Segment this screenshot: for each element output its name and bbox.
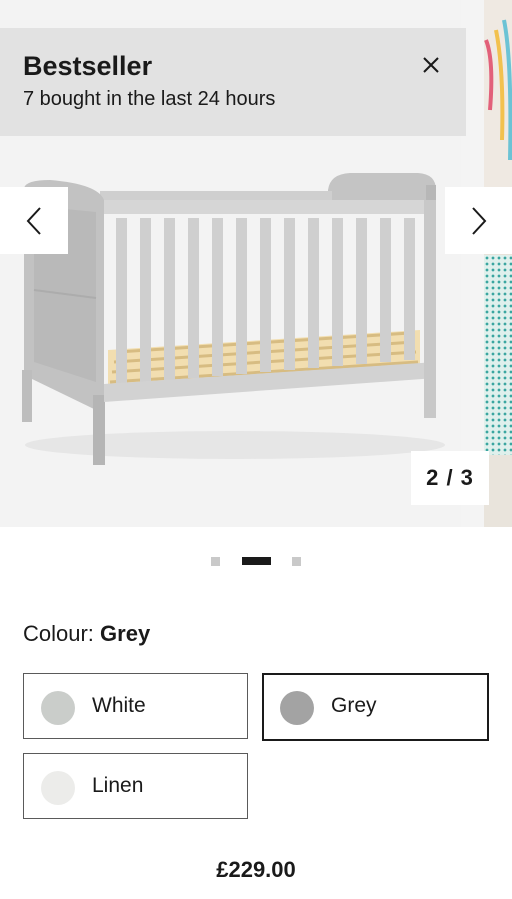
slide-counter: 2 / 3: [411, 451, 489, 505]
carousel-pagination: [0, 556, 512, 566]
banner-title: Bestseller: [23, 51, 153, 81]
chevron-left-icon: [26, 206, 41, 235]
pagination-dot-3[interactable]: [292, 557, 301, 566]
colour-label-prefix: Colour:: [23, 621, 94, 646]
previous-image-button[interactable]: [0, 187, 68, 254]
pagination-dot-2-active[interactable]: [242, 557, 271, 565]
next-image-button[interactable]: [445, 187, 512, 254]
grey-swatch-chip: [280, 691, 314, 725]
chevron-right-icon: [471, 206, 486, 235]
colour-option-linen[interactable]: Linen: [23, 753, 248, 819]
next-slide-peek: [484, 0, 512, 527]
colour-option-label: Linen: [92, 774, 144, 797]
banner-close-button[interactable]: [416, 50, 446, 80]
banner-subtitle: 7 bought in the last 24 hours: [23, 88, 276, 110]
bestseller-banner: [0, 28, 466, 136]
linen-swatch-chip: [41, 771, 75, 805]
white-swatch-chip: [41, 691, 75, 725]
selected-colour-name: Grey: [100, 621, 151, 646]
close-icon: [423, 57, 439, 73]
colour-label: Colour: Grey: [23, 620, 150, 648]
colour-option-label: Grey: [331, 694, 377, 717]
colour-option-label: White: [92, 694, 146, 717]
product-price: £229.00: [216, 857, 296, 882]
colour-option-white[interactable]: White: [23, 673, 248, 739]
product-image-gallery[interactable]: Bestseller 7 bought in the last 24 hours…: [0, 0, 512, 527]
pagination-dot-1[interactable]: [211, 557, 220, 566]
colour-option-grey[interactable]: Grey: [262, 673, 489, 741]
